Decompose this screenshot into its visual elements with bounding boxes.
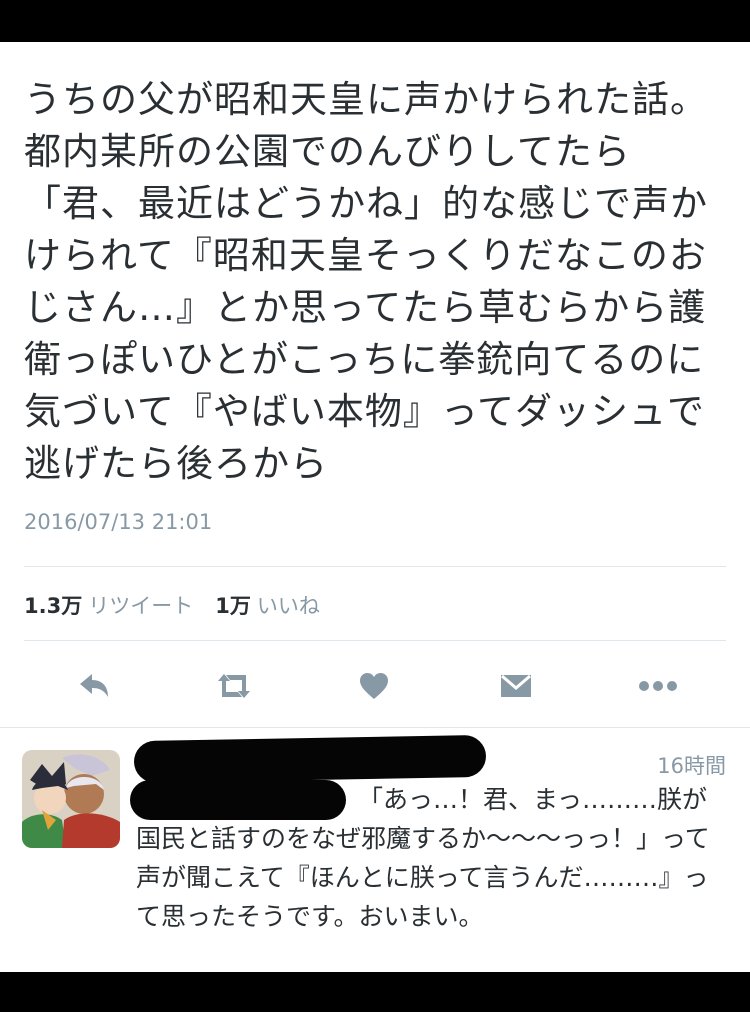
top-black-bar xyxy=(0,0,750,42)
like-button[interactable] xyxy=(350,662,398,710)
tweet-timestamp: 2016/07/13 21:01 xyxy=(24,510,213,534)
retweet-icon xyxy=(218,674,250,698)
retweet-count[interactable]: 1.3万 xyxy=(24,590,82,620)
mail-icon xyxy=(501,674,531,697)
more-icon xyxy=(639,681,677,691)
redaction-name xyxy=(133,734,487,784)
tweet-text: うちの父が昭和天皇に声かけられた話。都内某所の公園でのんびりしてたら「君、最近は… xyxy=(24,78,708,485)
reply-tweet[interactable]: 16時間 「あっ…！君、まっ………朕が国民と話すのをなぜ邪魔するか〜〜〜っっ！」… xyxy=(0,728,750,972)
avatar-image xyxy=(22,750,120,848)
divider xyxy=(24,566,726,567)
retweet-button[interactable] xyxy=(210,662,258,710)
tweet-actions xyxy=(0,662,750,710)
reply-text: 「あっ…！君、まっ………朕が国民と話すのをなぜ邪魔するか〜〜〜っっ！」って声が聞… xyxy=(136,785,710,931)
heart-icon xyxy=(360,673,388,699)
tweet-stats: 1.3万 リツイート 1万 いいね xyxy=(24,590,320,620)
avatar[interactable] xyxy=(22,750,120,848)
like-count[interactable]: 1万 xyxy=(215,590,251,620)
like-label[interactable]: いいね xyxy=(257,590,320,620)
reply-button[interactable] xyxy=(70,662,118,710)
retweet-label[interactable]: リツイート xyxy=(88,590,193,620)
reply-time: 16時間 xyxy=(657,754,726,778)
more-button[interactable] xyxy=(634,662,682,710)
divider xyxy=(24,640,726,641)
bottom-black-bar xyxy=(0,972,750,1012)
direct-message-button[interactable] xyxy=(492,662,540,710)
reply-icon xyxy=(80,674,108,697)
